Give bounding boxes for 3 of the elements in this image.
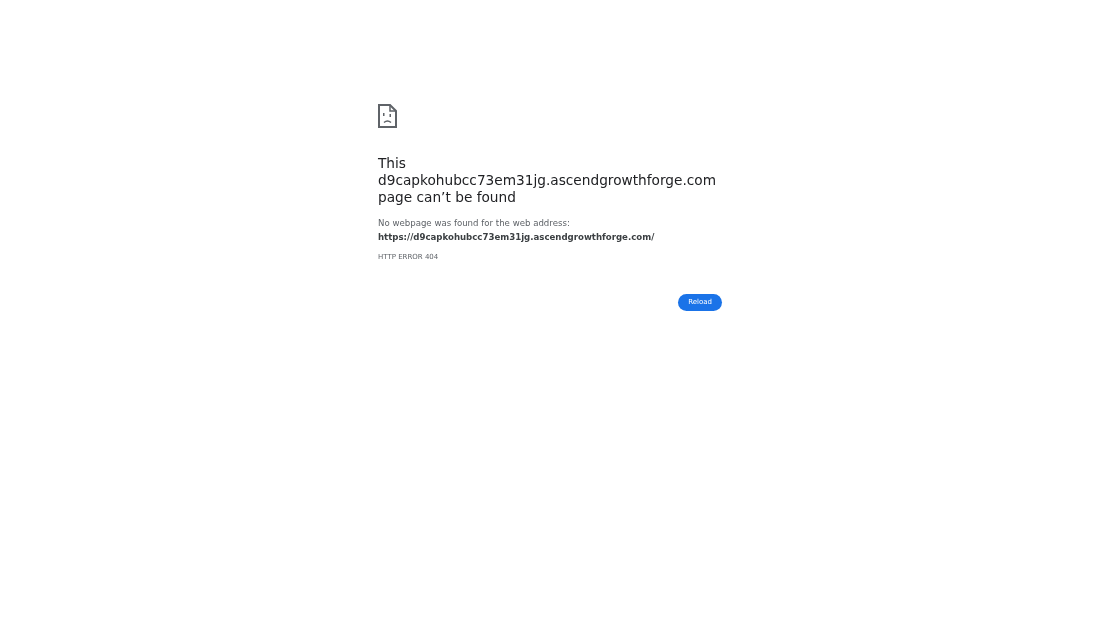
sad-page-icon	[378, 104, 397, 128]
page-heading: This d9capkohubcc73em31jg.ascendgrowthforge.com page can’t be found	[378, 155, 718, 206]
error-description: No webpage was found for the web address: https://d9capkohubcc73em31jg.ascendgrowthforge.com/	[378, 216, 656, 244]
